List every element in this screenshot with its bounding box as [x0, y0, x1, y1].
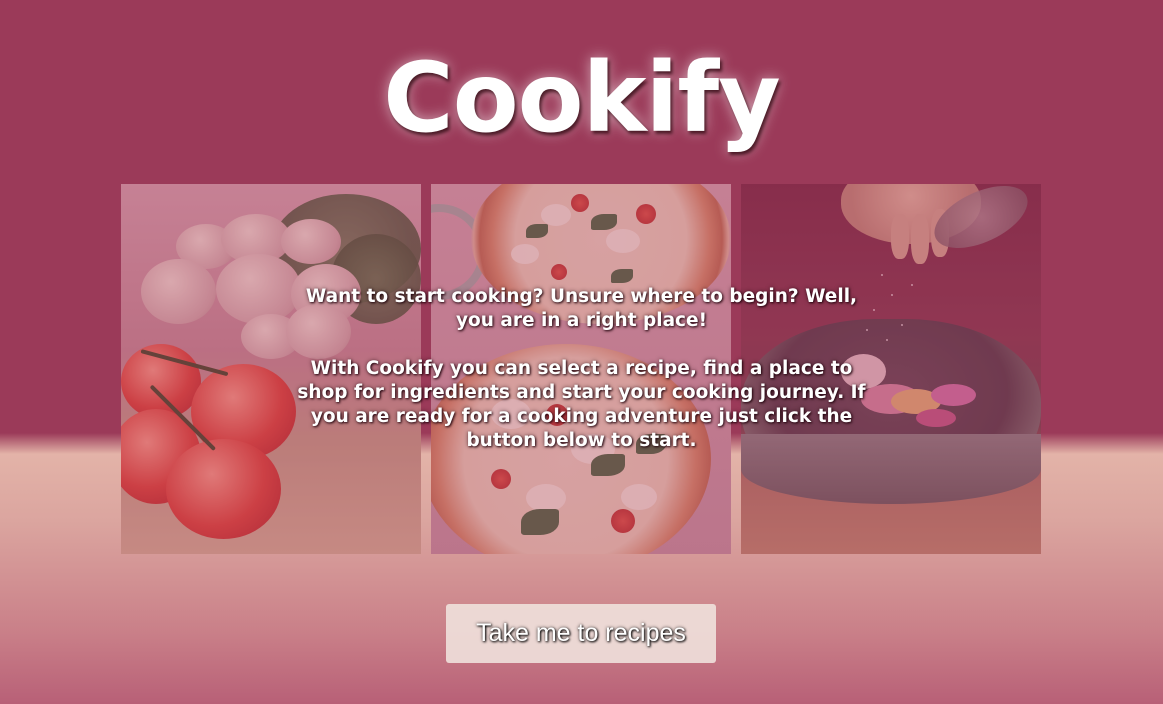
site-title: Cookify [383, 42, 780, 154]
take-me-to-recipes-button[interactable]: Take me to recipes [446, 604, 716, 663]
intro-paragraph-2: With Cookify you can select a recipe, fi… [297, 358, 866, 451]
intro-paragraph-1: Want to start cooking? Unsure where to b… [305, 286, 858, 331]
intro-text: Want to start cooking? Unsure where to b… [296, 285, 867, 453]
